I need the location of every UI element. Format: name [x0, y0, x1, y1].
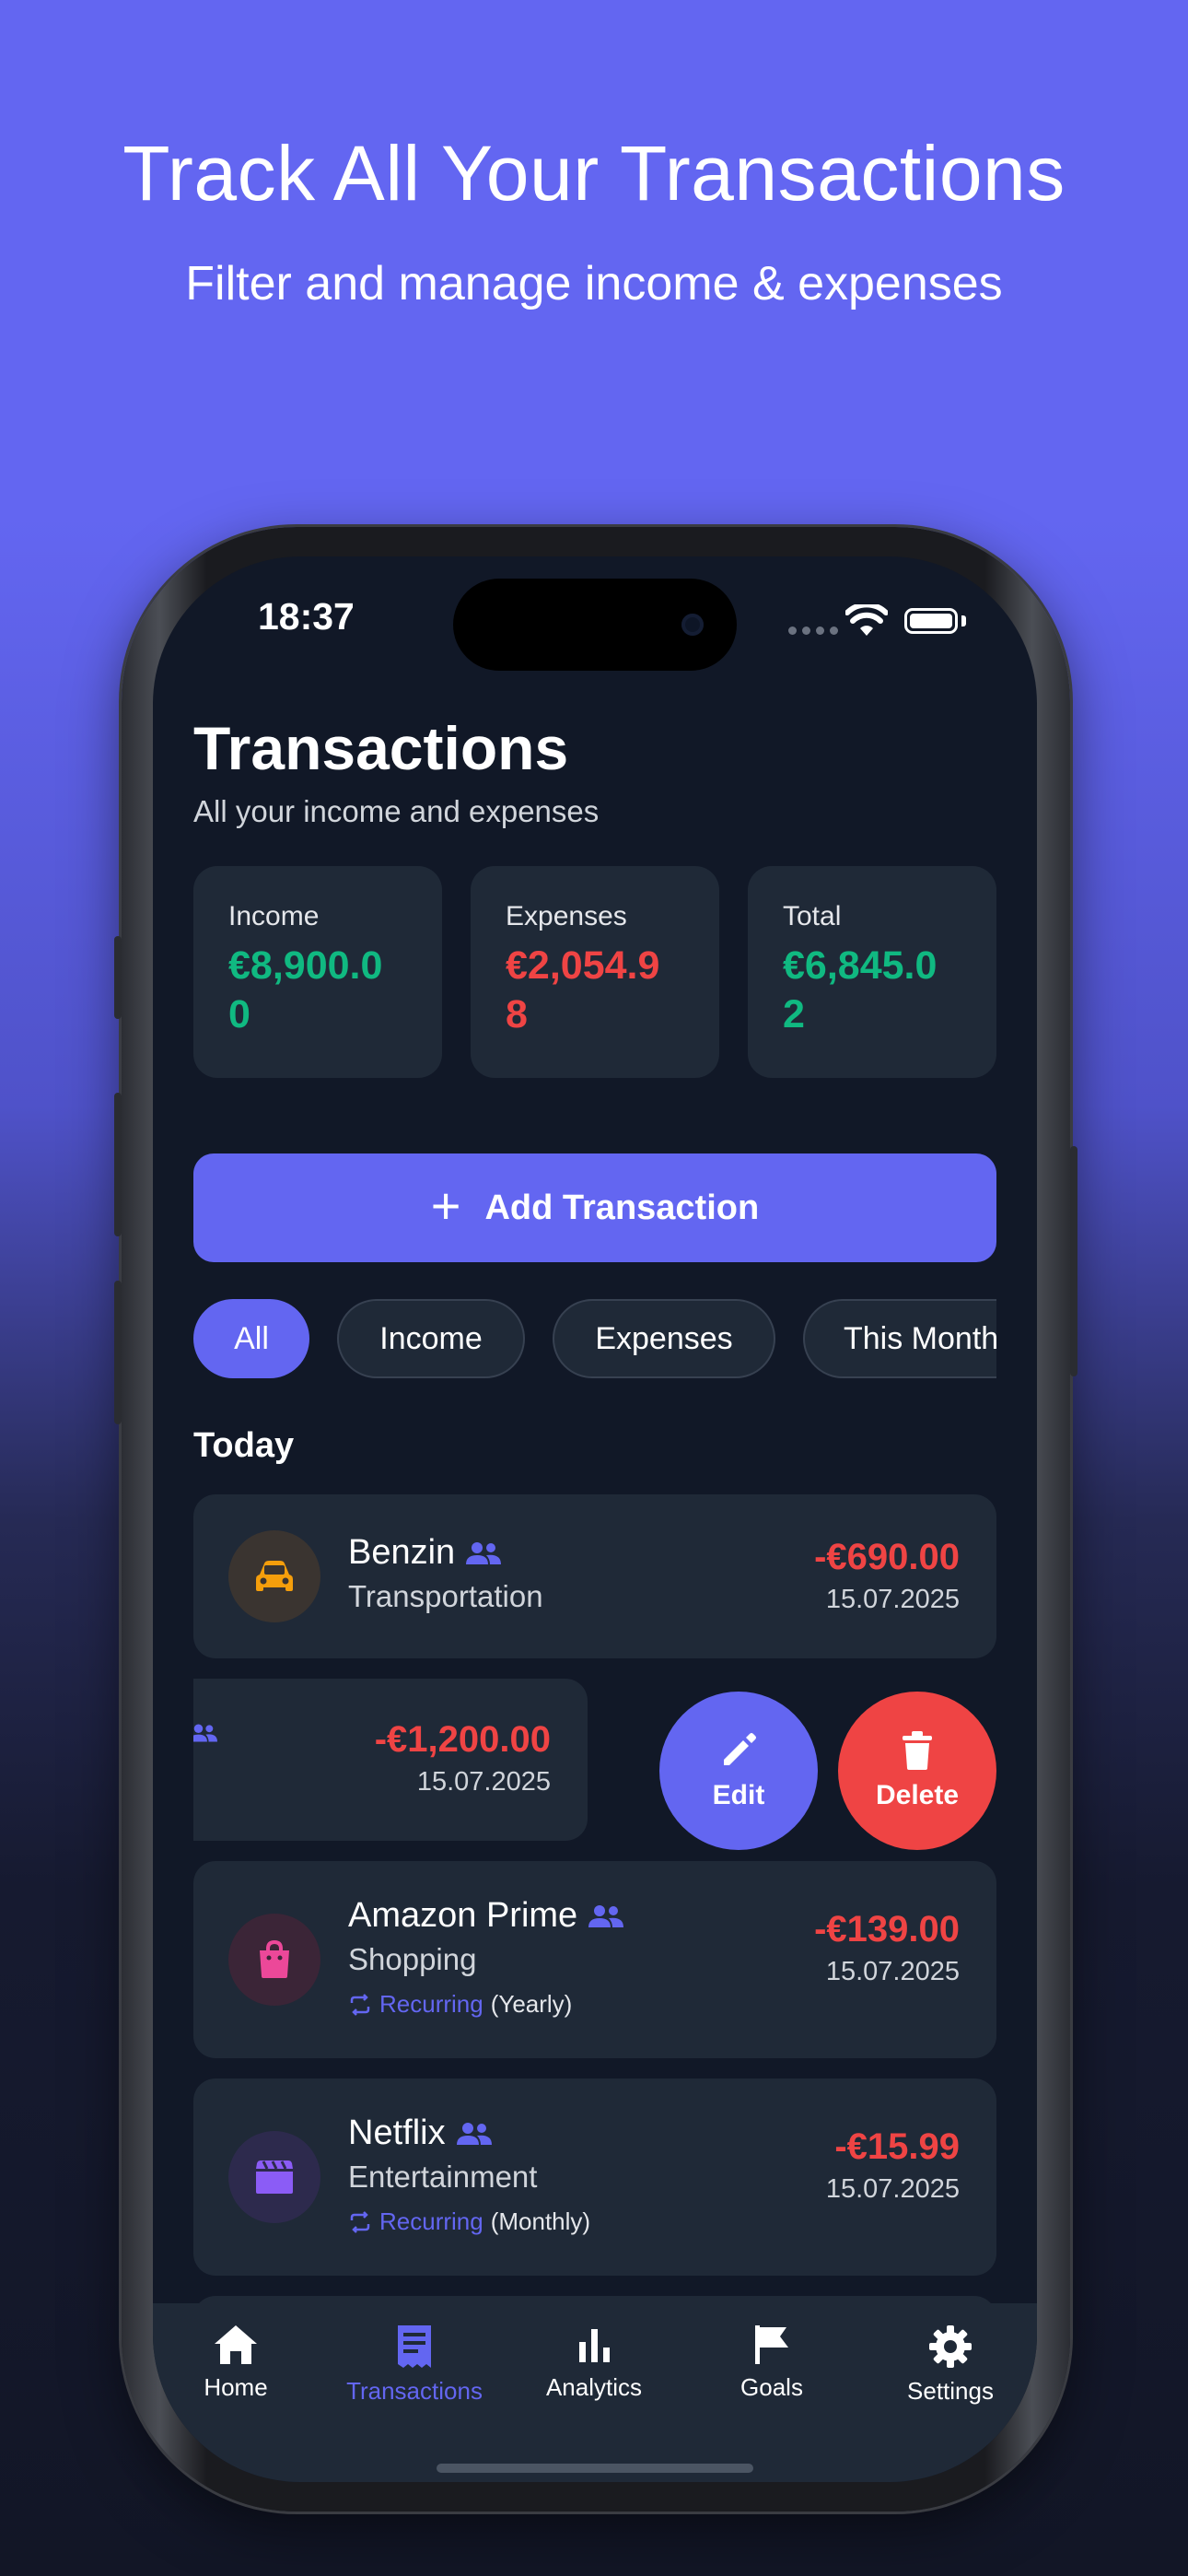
- pencil-icon: [724, 1733, 756, 1765]
- tab-goals[interactable]: Goals: [689, 2324, 855, 2402]
- promo-subtitle: Filter and manage income & expenses: [185, 257, 1003, 310]
- filter-chip-all[interactable]: All: [193, 1299, 309, 1378]
- filter-chip-this-month[interactable]: This Month: [803, 1299, 996, 1378]
- volume-up-button: [114, 1093, 122, 1236]
- transaction-amount: -€1,200.00: [374, 1719, 551, 1760]
- recurring-indicator: Recurring (Monthly): [348, 2207, 590, 2236]
- transaction-name: Benzin: [348, 1533, 502, 1573]
- repeat-icon: [350, 2210, 370, 2233]
- transaction-row[interactable]: Netflix Entertainment Recurring (Monthly…: [193, 2078, 996, 2276]
- transaction-name-text: Netflix: [348, 2113, 446, 2152]
- wifi-icon: [845, 604, 888, 636]
- bar-chart-icon: [579, 2329, 610, 2362]
- page-subtitle: All your income and expenses: [193, 794, 600, 828]
- shared-people-icon: [588, 1904, 624, 1927]
- total-value: €6,845.02: [783, 943, 938, 1036]
- status-time: 18:37: [258, 595, 355, 638]
- transaction-category: Entertainment: [348, 2160, 538, 2194]
- promo-title: Track All Your Transactions: [122, 130, 1066, 217]
- transaction-row[interactable]: Amazon Prime Shopping Recurring (Yearly)…: [193, 1861, 996, 2058]
- power-button: [1070, 1146, 1077, 1376]
- tab-settings[interactable]: Settings: [868, 2324, 1033, 2406]
- action-button: [114, 936, 122, 1019]
- recurring-label: Recurring: [379, 1990, 483, 2018]
- income-value: €8,900.00: [228, 943, 383, 1036]
- add-transaction-button[interactable]: + Add Transaction: [193, 1153, 996, 1262]
- delete-button[interactable]: Delete: [838, 1692, 996, 1850]
- tab-analytics[interactable]: Analytics: [511, 2324, 677, 2402]
- transaction-name-text: Amazon Prime: [348, 1896, 578, 1935]
- battery-tip: [961, 615, 966, 626]
- filter-chip-income[interactable]: Income: [337, 1299, 525, 1378]
- shared-people-icon: [466, 1541, 502, 1564]
- income-summary-card: Income €8,900.00: [193, 866, 442, 1078]
- gear-icon: [929, 2325, 972, 2368]
- car-icon: [228, 1530, 320, 1622]
- tab-bar: Home Transactions Analytics Goals Settin…: [153, 2303, 1037, 2482]
- tab-goals-label: Goals: [740, 2373, 803, 2401]
- transaction-row[interactable]: Benzin Transportation -€690.00 15.07.202…: [193, 1494, 996, 1658]
- shopping-bag-icon: [228, 1914, 320, 2006]
- tab-analytics-label: Analytics: [545, 2373, 643, 2401]
- volume-down-button: [114, 1281, 122, 1424]
- transaction-category: Shopping: [348, 1942, 477, 1976]
- clapperboard-icon: [228, 2131, 320, 2223]
- add-transaction-label: Add Transaction: [484, 1188, 760, 1227]
- transaction-amount: -€690.00: [814, 1537, 960, 1577]
- shared-people-icon: [456, 2122, 492, 2145]
- home-indicator: [437, 2464, 753, 2473]
- edit-label: Edit: [712, 1780, 765, 1810]
- transaction-name: Amazon Prime: [348, 1896, 624, 1936]
- expenses-value: €2,054.98: [506, 943, 660, 1036]
- section-header-today: Today: [193, 1426, 295, 1465]
- tab-settings-label: Settings: [907, 2377, 994, 2405]
- transaction-category: Transportation: [348, 1579, 543, 1613]
- transaction-amount: -€139.00: [814, 1909, 960, 1950]
- transaction-name: Netflix: [348, 2113, 492, 2153]
- repeat-icon: [350, 1993, 370, 2016]
- transaction-amount: -€15.99: [834, 2126, 960, 2167]
- flag-icon: [755, 2325, 788, 2364]
- filter-chip-expenses[interactable]: Expenses: [553, 1299, 775, 1378]
- home-icon: [215, 2325, 257, 2364]
- edit-button[interactable]: Edit: [659, 1692, 818, 1850]
- tab-home[interactable]: Home: [153, 2324, 319, 2402]
- income-label: Income: [228, 901, 320, 931]
- tab-home-label: Home: [204, 2373, 268, 2401]
- trash-icon: [903, 1731, 932, 1770]
- transaction-date: 15.07.2025: [825, 1957, 960, 1986]
- camera-icon: [681, 614, 704, 636]
- recurring-frequency: (Yearly): [490, 1990, 573, 2018]
- expenses-summary-card: Expenses €2,054.98: [471, 866, 719, 1078]
- transaction-date: 15.07.2025: [825, 1585, 960, 1614]
- receipt-icon: [398, 2325, 431, 2368]
- plus-icon: +: [430, 1177, 461, 1235]
- total-summary-card: Total €6,845.02: [748, 866, 996, 1078]
- tab-transactions[interactable]: Transactions: [332, 2324, 497, 2406]
- transaction-name-text: Benzin: [348, 1533, 456, 1572]
- dynamic-island: [453, 579, 737, 671]
- total-label: Total: [783, 901, 842, 931]
- transaction-date: 15.07.2025: [416, 1767, 551, 1797]
- shared-people-icon: [193, 1724, 217, 1742]
- recurring-label: Recurring: [379, 2207, 483, 2235]
- cellular-signal-icon: [788, 626, 838, 635]
- transaction-row-swiped[interactable]: -€1,200.00 15.07.2025: [193, 1679, 588, 1841]
- page-title: Transactions: [193, 714, 569, 782]
- recurring-frequency: (Monthly): [490, 2207, 591, 2235]
- delete-label: Delete: [875, 1780, 960, 1810]
- tab-transactions-label: Transactions: [346, 2377, 483, 2405]
- expenses-label: Expenses: [506, 901, 627, 931]
- filter-chips: All Income Expenses This Month: [193, 1299, 996, 1382]
- transaction-date: 15.07.2025: [825, 2174, 960, 2204]
- battery-icon: [904, 608, 958, 634]
- recurring-indicator: Recurring (Yearly): [348, 1990, 572, 2019]
- phone-screen: 18:37 Transactions All your income and e…: [153, 556, 1037, 2482]
